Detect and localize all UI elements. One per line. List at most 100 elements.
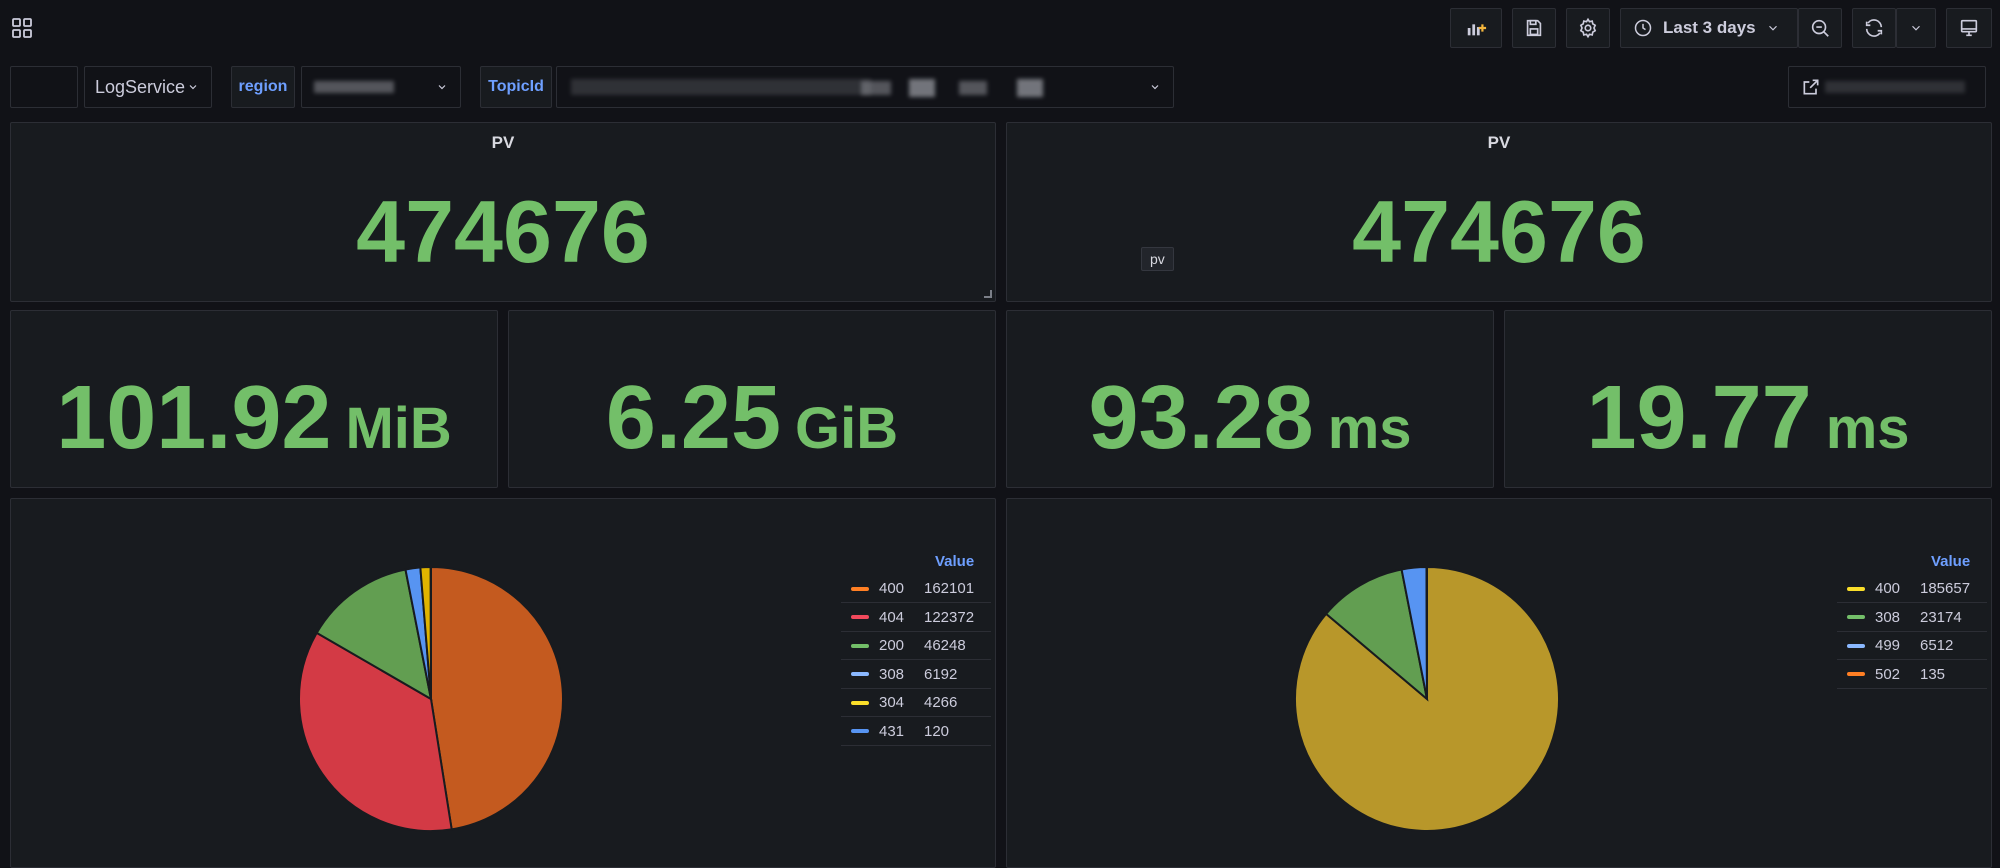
legend-header[interactable]: Value [1931, 553, 1970, 570]
stat-value: 19.77 [1586, 368, 1812, 468]
apps-grid-icon[interactable] [10, 16, 34, 40]
stat-value: 6.25 [605, 368, 782, 468]
topicid-label: TopicId [480, 66, 552, 108]
legend-swatch [1847, 643, 1865, 648]
legend-label: 304 [879, 694, 905, 711]
legend-row[interactable]: 499 6512 [1837, 632, 1987, 660]
pie-panel-right[interactable]: Value 400 185657 308 23174 499 6512 502 135 [1006, 498, 1992, 868]
pie-panel-left[interactable]: Value 400 162101 404 122372 200 46248 308 6192 30… [10, 498, 996, 868]
stat-line: 101.92 MiB [11, 367, 497, 470]
topicid-select[interactable] [556, 66, 1174, 108]
redacted-topic-chip [909, 79, 935, 97]
tv-mode-button[interactable] [1946, 8, 1992, 48]
time-range-label: Last 3 days [1663, 18, 1756, 37]
pv-panel-left[interactable]: PV 474676 [10, 122, 996, 302]
legend-value: 122372 [924, 608, 975, 626]
datasource-label-box [10, 66, 78, 108]
pie-slice-502[interactable] [1425, 565, 1428, 700]
redacted-topic-chip [1017, 79, 1043, 97]
stat-panel-2[interactable]: 6.25 GiB [508, 310, 996, 488]
legend-row[interactable]: 308 6192 [841, 661, 991, 689]
redacted-topic-chip [861, 81, 891, 95]
stat-value: 474676 [356, 182, 650, 281]
legend-label: 400 [1875, 580, 1901, 597]
legend-swatch [851, 615, 869, 619]
chevron-down-icon [1151, 85, 1159, 90]
redacted-region-value [314, 81, 394, 93]
stat-panel-1[interactable]: 101.92 MiB [10, 310, 498, 488]
stat-value: 101.92 [56, 368, 332, 468]
stat-unit: ms [1327, 396, 1412, 461]
legend-value: 4266 [924, 694, 958, 711]
legend-swatch [1847, 672, 1865, 676]
legend-row[interactable]: 200 46248 [841, 632, 991, 660]
monitor-icon [1960, 19, 1978, 37]
panel-title: PV [1487, 133, 1511, 152]
datasource-select[interactable]: LogService [84, 66, 212, 108]
legend-value: 135 [1920, 665, 1946, 683]
chevron-down-icon [1912, 25, 1920, 31]
stat-unit: ms [1825, 396, 1910, 461]
chevron-down-icon [1768, 25, 1777, 31]
top-navbar: Last 3 days [0, 0, 2000, 56]
zoom-out-icon [1811, 19, 1829, 37]
datasource-value: LogService [95, 76, 186, 97]
legend-row[interactable]: 431 120 [841, 718, 991, 746]
legend-row[interactable]: 404 122372 [841, 604, 991, 632]
legend-swatch [851, 586, 869, 591]
dashboard-settings-button[interactable] [1566, 8, 1610, 48]
stat-unit: MiB [345, 396, 452, 461]
pie-slice-400[interactable] [430, 565, 564, 831]
gear-icon [1579, 17, 1597, 39]
stat-panel-3[interactable]: 93.28 ms [1006, 310, 1494, 488]
legend-row[interactable]: 400 185657 [1837, 575, 1987, 603]
add-panel-button[interactable] [1450, 8, 1502, 48]
legend-value: 6192 [924, 665, 958, 683]
refresh-icon [1865, 19, 1883, 37]
clock-icon [1634, 19, 1652, 37]
legend-swatch [1847, 586, 1865, 591]
legend-label: 499 [1875, 637, 1901, 654]
legend-value: 162101 [924, 580, 975, 597]
refresh-button[interactable] [1852, 8, 1896, 48]
stat-line: 6.25 GiB [509, 367, 995, 470]
legend-value: 185657 [1920, 580, 1971, 597]
resize-handle[interactable] [984, 290, 992, 298]
legend-label: 400 [879, 580, 905, 597]
stat-value: 93.28 [1088, 368, 1314, 468]
legend-header[interactable]: Value [935, 553, 974, 570]
time-range-picker[interactable]: Last 3 days [1620, 8, 1798, 48]
zoom-out-button[interactable] [1798, 8, 1842, 48]
legend-label: 308 [1875, 608, 1901, 626]
chevron-down-icon [189, 85, 197, 90]
legend-value: 46248 [924, 637, 966, 654]
refresh-interval-dropdown[interactable] [1896, 8, 1936, 48]
redacted-topic-value [571, 79, 871, 95]
legend-swatch [1847, 615, 1865, 619]
legend-value: 23174 [1920, 608, 1962, 626]
legend-label: 200 [879, 637, 905, 654]
chevron-down-icon [438, 85, 446, 90]
external-link-button[interactable] [1788, 66, 1986, 108]
legend-row[interactable]: 502 135 [1837, 661, 1987, 689]
legend-value: 120 [924, 722, 950, 740]
save-dashboard-button[interactable] [1512, 8, 1556, 48]
legend-label: 502 [1875, 665, 1901, 683]
external-link-icon [1803, 79, 1819, 95]
legend-swatch [851, 700, 869, 705]
save-icon [1526, 19, 1542, 37]
panel-title: PV [491, 133, 515, 152]
template-variables-row: LogService region TopicId [0, 66, 2000, 108]
pv-panel-right[interactable]: PV 474676 pv [1006, 122, 1992, 302]
legend-row[interactable]: 304 4266 [841, 689, 991, 717]
legend-row[interactable]: 400 162101 [841, 575, 991, 603]
legend-row[interactable]: 308 23174 [1837, 604, 1987, 632]
region-select[interactable] [301, 66, 461, 108]
stat-unit: GiB [795, 396, 899, 461]
stat-panel-4[interactable]: 19.77 ms [1504, 310, 1992, 488]
legend-value: 6512 [1920, 637, 1954, 654]
redacted-topic-chip [959, 81, 987, 95]
stat-line: 19.77 ms [1505, 367, 1991, 470]
series-tooltip: pv [1141, 247, 1174, 271]
pie-legend: Value 400 162101 404 122372 200 46248 308 6192 30… [841, 553, 991, 753]
